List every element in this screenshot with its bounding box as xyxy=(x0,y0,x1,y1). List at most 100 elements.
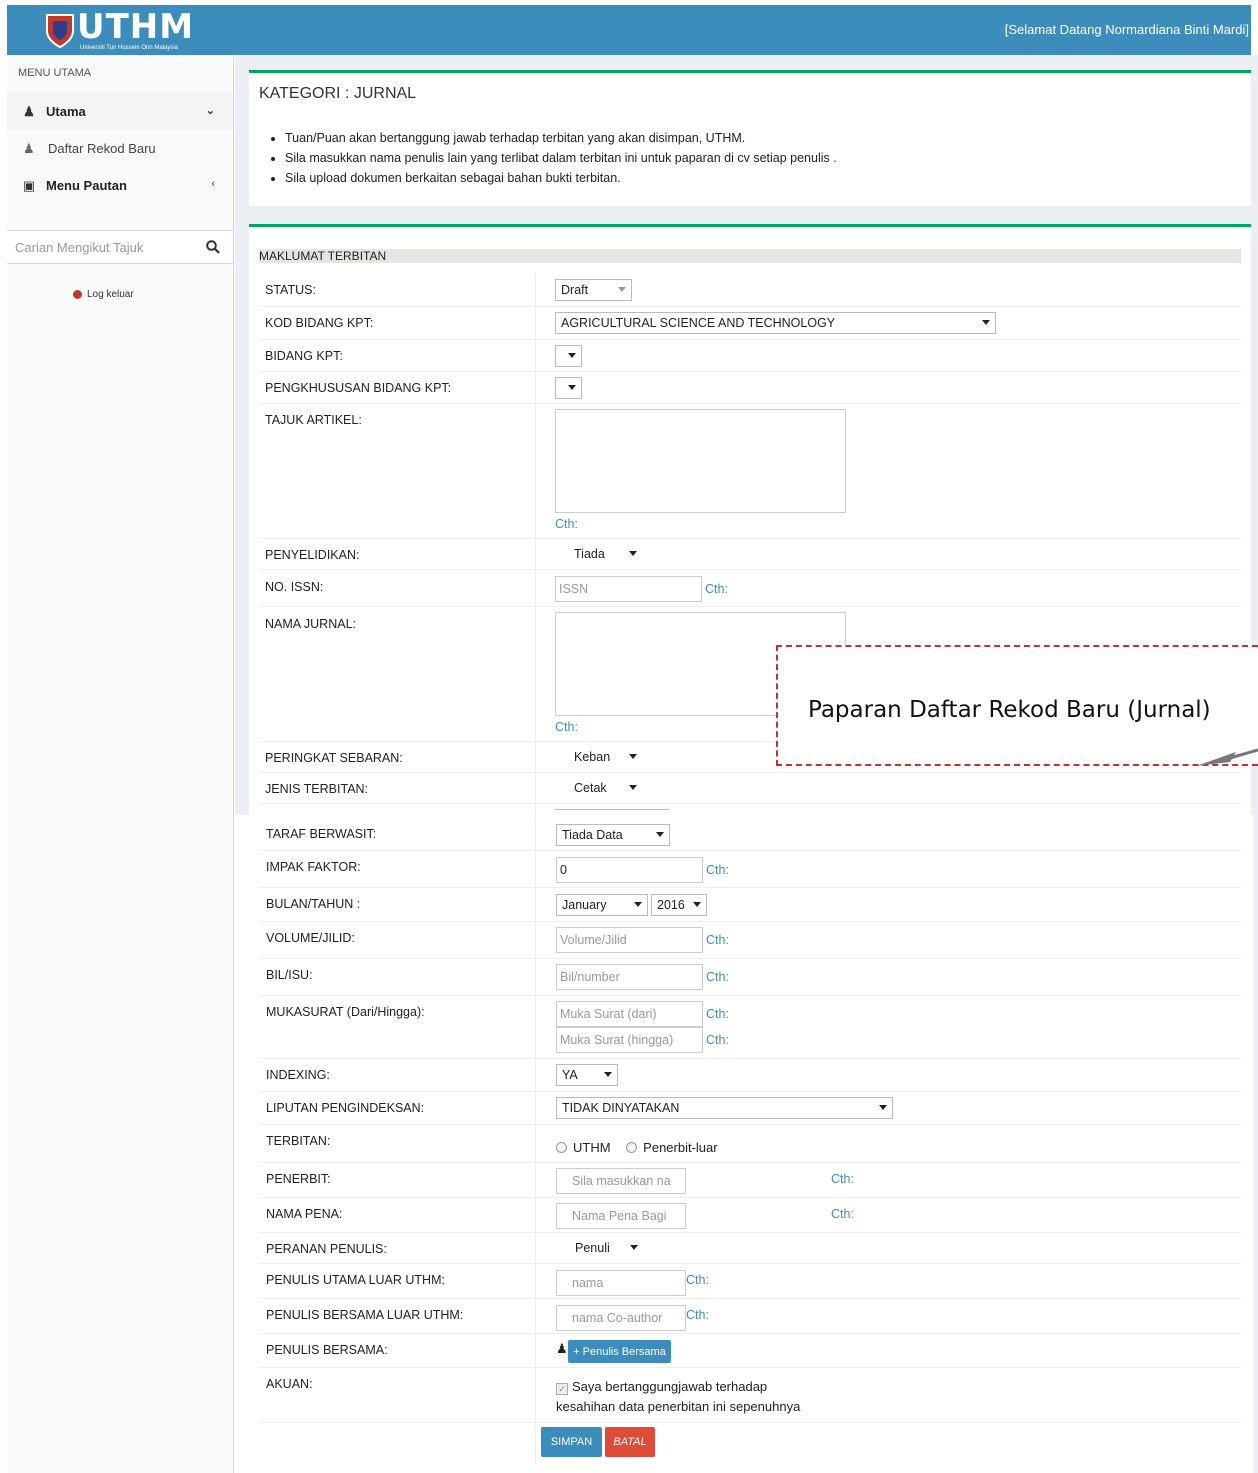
jenis-label: JENIS TERBITAN: xyxy=(265,782,369,796)
sidebar-item-label: Menu Pautan xyxy=(46,178,127,193)
sidebar-search: Carian Mengikut Tajuk xyxy=(7,230,233,264)
callout-text: Paparan Daftar Rekod Baru (Jurnal) xyxy=(808,697,1211,723)
book-icon: ▣ xyxy=(22,177,36,193)
users-icon: ♟ xyxy=(23,103,35,119)
crest-icon xyxy=(46,14,74,49)
welcome-user[interactable]: [Selamat Datang Normardiana Binti Mardi] xyxy=(1005,22,1249,37)
year-select[interactable]: 2016 xyxy=(651,894,707,916)
user-icon: ♟ xyxy=(556,1341,568,1356)
sidebar-item-label: Daftar Rekod Baru xyxy=(48,141,156,156)
form-row xyxy=(259,773,1241,804)
peringkat-select[interactable]: Keban xyxy=(555,747,642,769)
sidebar-item-daftar-rekod-baru[interactable]: ♟ Daftar Rekod Baru xyxy=(7,130,233,167)
page-to-input[interactable]: Muka Surat (hingga) xyxy=(556,1027,703,1053)
page-title: KATEGORI : JURNAL xyxy=(259,85,417,102)
status-value: Draft xyxy=(561,283,589,297)
logout-dot-icon xyxy=(73,290,82,299)
jenis-select[interactable]: Cetak xyxy=(555,778,642,800)
info-note: Sila upload dokumen berkaitan sebagai ba… xyxy=(285,169,837,189)
bil-example: Cth: xyxy=(706,970,729,984)
annotation-callout: Paparan Daftar Rekod Baru (Jurnal) xyxy=(776,645,1258,766)
pengkhususan-label: PENGKHUSUSAN BIDANG KPT: xyxy=(265,381,452,395)
chevron-down-icon xyxy=(604,1072,612,1077)
liputan-select[interactable]: TIDAK DINYATAKAN xyxy=(556,1097,893,1119)
liputan-label: LIPUTAN PENGINDEKSAN: xyxy=(266,1101,425,1115)
sidebar-item-menu-pautan[interactable]: ▣ Menu Pautan ‹ xyxy=(7,167,233,204)
jenis-value: Cetak xyxy=(574,781,607,795)
form-row xyxy=(259,273,1241,307)
uthm-logo[interactable]: UTHM Universiti Tun Hussein Onn Malaysia xyxy=(45,7,195,51)
bidang-label: BIDANG KPT: xyxy=(265,349,343,363)
search-input[interactable]: Carian Mengikut Tajuk xyxy=(7,231,193,263)
taraf-label: TARAF BERWASIT: xyxy=(266,827,377,841)
nama-pena-input[interactable]: Nama Pena Bagi xyxy=(556,1203,686,1229)
penyelidikan-select[interactable]: Tiada xyxy=(555,544,642,566)
indexing-label: INDEXING: xyxy=(266,1068,330,1082)
peringkat-label: PERINGKAT SEBARAN: xyxy=(265,751,403,765)
simpan-button[interactable]: SIMPAN xyxy=(541,1427,602,1457)
sidebar-item-label: Utama xyxy=(46,104,86,119)
search-icon xyxy=(206,240,220,254)
penerbit-example: Cth: xyxy=(831,1172,854,1186)
form-row xyxy=(259,959,1241,996)
chevron-down-icon xyxy=(982,320,990,325)
bidang-select[interactable] xyxy=(555,345,582,367)
info-notes: Tuan/Puan akan bertanggung jawab terhada… xyxy=(285,129,837,189)
radio-penerbit-luar-label: Penerbit-luar xyxy=(643,1140,718,1155)
volume-label: VOLUME/JILID: xyxy=(266,931,355,945)
chevron-down-icon xyxy=(656,832,664,837)
akuan-checkbox[interactable]: ✓ xyxy=(556,1383,568,1395)
bil-input[interactable]: Bil/number xyxy=(556,964,703,990)
nama-pena-label: NAMA PENA: xyxy=(266,1207,343,1221)
impak-input[interactable]: 0 xyxy=(556,857,703,883)
volume-example: Cth: xyxy=(706,933,729,947)
logout-label: Log keluar xyxy=(87,289,134,300)
penulis-utama-example: Cth: xyxy=(686,1273,709,1287)
month-select[interactable]: January xyxy=(556,894,648,916)
akuan-label: AKUAN: xyxy=(266,1377,313,1391)
nama-jurnal-label: NAMA JURNAL: xyxy=(265,617,356,631)
batal-button[interactable]: BATAL xyxy=(605,1427,655,1457)
akuan-text-1: Saya bertanggungjawab terhadap xyxy=(572,1379,768,1394)
taraf-select[interactable]: Tiada Data xyxy=(556,824,670,846)
radio-penerbit-luar[interactable] xyxy=(626,1142,638,1153)
penulis-bersama-luar-label: PENULIS BERSAMA LUAR UTHM: xyxy=(266,1308,464,1322)
peranan-label: PERANAN PENULIS: xyxy=(266,1242,387,1256)
status-select[interactable]: Draft xyxy=(555,279,632,301)
page-from-input[interactable]: Muka Surat (dari) xyxy=(556,1001,703,1027)
indexing-value: YA xyxy=(562,1068,578,1082)
add-penulis-bersama-button[interactable]: + Penulis Bersama xyxy=(568,1340,671,1363)
form-row xyxy=(259,1059,1241,1092)
peranan-select[interactable]: Penuli xyxy=(556,1238,643,1260)
top-navbar: UTHM Universiti Tun Hussein Onn Malaysia… xyxy=(7,5,1251,55)
form-row xyxy=(259,539,1241,570)
pengkhususan-select[interactable] xyxy=(555,377,582,399)
peringkat-value: Keban xyxy=(574,750,611,764)
indexing-select[interactable]: YA xyxy=(556,1064,618,1086)
volume-input[interactable]: Volume/Jilid xyxy=(556,927,703,953)
sidebar-item-utama[interactable]: ♟ Utama ⌄ xyxy=(7,93,233,130)
penulis-utama-label: PENULIS UTAMA LUAR UTHM: xyxy=(266,1273,445,1287)
chevron-down-icon xyxy=(568,385,576,390)
logo-subtitle: Universiti Tun Hussein Onn Malaysia xyxy=(80,45,179,51)
issn-input[interactable]: ISSN xyxy=(555,576,702,602)
issn-label: NO. ISSN: xyxy=(265,580,324,594)
chevron-down-icon xyxy=(568,353,576,358)
penulis-bersama-luar-input[interactable]: nama Co-author xyxy=(556,1305,686,1331)
penulis-utama-input[interactable]: nama xyxy=(556,1270,686,1296)
radio-uthm-label: UTHM xyxy=(573,1140,611,1155)
search-button[interactable] xyxy=(193,231,233,263)
form-row xyxy=(259,1125,1241,1163)
form-row xyxy=(259,1334,1241,1368)
info-note: Sila masukkan nama penulis lain yang ter… xyxy=(285,149,837,169)
logout-link[interactable]: Log keluar xyxy=(73,289,134,300)
tajuk-label: TAJUK ARTIKEL: xyxy=(265,413,362,427)
sidebar: MENU UTAMA ♟ Utama ⌄ ♟ Daftar Rekod Baru… xyxy=(7,55,234,1473)
penerbit-input[interactable]: Sila masukkan na xyxy=(556,1168,686,1194)
tajuk-textarea[interactable] xyxy=(555,409,846,513)
radio-uthm[interactable] xyxy=(556,1142,567,1153)
kod-bidang-select[interactable]: AGRICULTURAL SCIENCE AND TECHNOLOGY xyxy=(555,312,996,334)
chevron-down-icon xyxy=(629,785,637,790)
akuan-text-2: kesahihan data penerbitan ini sepenuhnya xyxy=(556,1399,801,1414)
year-value: 2016 xyxy=(657,898,685,912)
